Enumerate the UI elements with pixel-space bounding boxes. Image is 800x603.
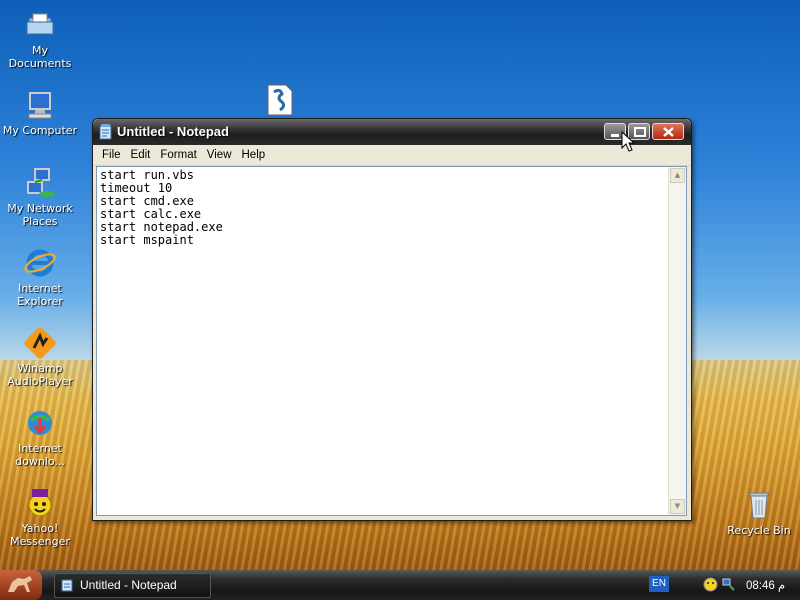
text-editor-area[interactable]: start run.vbs timeout 10 start cmd.exe s… (96, 166, 687, 516)
desktop-icon-internet-explorer[interactable]: Internet Explorer (0, 246, 80, 308)
menu-file[interactable]: File (97, 149, 126, 161)
computer-icon (28, 92, 52, 119)
menu-edit[interactable]: Edit (126, 149, 156, 161)
taskbar: Untitled - Notepad EN 08:46 م (0, 570, 800, 600)
window-titlebar[interactable]: Untitled - Notepad (93, 119, 691, 145)
yahoo-messenger-icon (28, 489, 52, 517)
system-clock[interactable]: 08:46 م (746, 578, 785, 592)
winamp-icon (24, 327, 56, 359)
vbs-script-file-icon[interactable] (266, 84, 294, 116)
download-manager-icon (28, 411, 52, 435)
folder-documents-icon (26, 13, 54, 35)
start-horse-icon (8, 576, 32, 592)
taskbar-button-notepad[interactable]: Untitled - Notepad (54, 573, 211, 598)
scroll-down-button[interactable]: ▼ (670, 499, 685, 514)
vertical-scrollbar[interactable]: ▲ ▼ (668, 167, 686, 515)
menu-help[interactable]: Help (237, 149, 271, 161)
recycle-bin-icon (749, 492, 769, 519)
internet-explorer-icon (24, 249, 56, 277)
network-places-icon (27, 168, 55, 197)
taskbar-button-label: Untitled - Notepad (80, 578, 177, 592)
desktop-icon-label: My Network Places (7, 202, 73, 228)
menu-format[interactable]: Format (155, 149, 201, 161)
menu-bar: File Edit Format View Help (93, 145, 691, 166)
mouse-pointer-icon (621, 131, 635, 152)
desktop-icon-label: Internet Explorer (17, 282, 63, 308)
desktop-icon-label: Recycle Bin (727, 524, 791, 537)
desktop-icon-yahoo-messenger[interactable]: Yahoo! Messenger (0, 486, 80, 548)
desktop-icon-label: My Documents (8, 44, 72, 70)
desktop-icon-internet-download-manager[interactable]: Internet downlo... (0, 406, 80, 468)
notepad-icon (99, 124, 112, 140)
start-button[interactable] (0, 570, 42, 600)
notepad-icon (61, 579, 73, 592)
network-tray-icon[interactable] (721, 577, 736, 592)
desktop-icon-label: Yahoo! Messenger (10, 522, 70, 548)
close-button[interactable] (652, 123, 684, 140)
scroll-up-button[interactable]: ▲ (670, 168, 685, 183)
editor-content[interactable]: start run.vbs timeout 10 start cmd.exe s… (97, 167, 686, 249)
menu-view[interactable]: View (202, 149, 237, 161)
desktop-icon-winamp[interactable]: Winamp AudioPlayer (0, 326, 80, 388)
desktop-icon-label: Internet downlo... (15, 442, 65, 468)
desktop-icon-my-computer[interactable]: My Computer (0, 88, 80, 137)
desktop-icon-recycle-bin[interactable]: Recycle Bin (719, 488, 799, 537)
desktop-icon-my-network-places[interactable]: My Network Places (0, 166, 80, 228)
desktop-icon-my-documents[interactable]: My Documents (0, 8, 80, 70)
yahoo-tray-icon[interactable] (703, 577, 718, 592)
close-icon (663, 127, 674, 137)
language-indicator[interactable]: EN (649, 576, 669, 592)
desktop-icon-label: Winamp AudioPlayer (7, 362, 73, 388)
notepad-window: Untitled - Notepad File Edit Format View… (92, 118, 692, 521)
desktop-icon-label: My Computer (2, 124, 78, 137)
window-title: Untitled - Notepad (117, 124, 229, 139)
